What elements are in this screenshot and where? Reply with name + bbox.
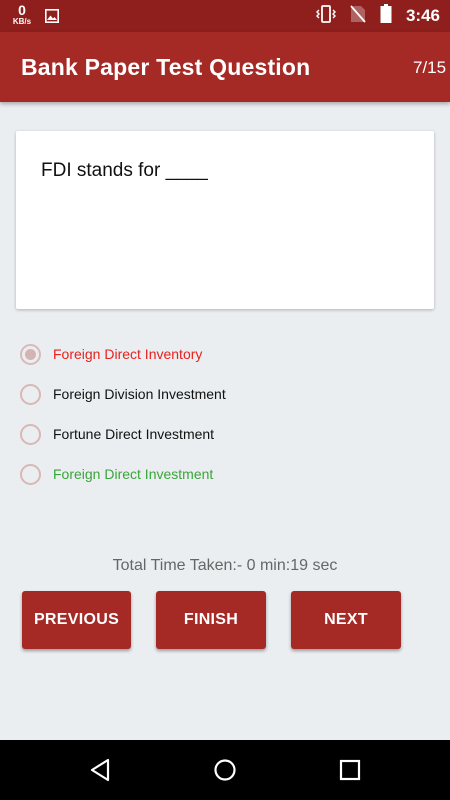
- previous-button[interactable]: PREVIOUS: [22, 591, 131, 649]
- radio-button[interactable]: [20, 463, 41, 485]
- recents-icon[interactable]: [339, 758, 361, 787]
- image-notification-icon: [45, 9, 59, 28]
- home-icon[interactable]: [213, 758, 237, 787]
- option-3[interactable]: Fortune Direct Investment: [20, 421, 214, 447]
- vibrate-icon: [315, 4, 336, 28]
- app-bar: Bank Paper Test Question 7/15: [0, 32, 450, 102]
- option-label: Foreign Direct Inventory: [53, 346, 203, 362]
- navigation-bar: [0, 740, 450, 800]
- radio-button-checked[interactable]: [20, 343, 41, 365]
- network-speed-value: 0: [18, 2, 26, 18]
- finish-button[interactable]: FINISH: [156, 591, 266, 649]
- next-button[interactable]: NEXT: [291, 591, 401, 649]
- network-speed-unit: KB/s: [12, 17, 32, 26]
- question-text: FDI stands for ____: [41, 160, 208, 181]
- option-4[interactable]: Foreign Direct Investment: [20, 461, 213, 487]
- no-sim-icon: [350, 4, 366, 28]
- clock: 3:46: [405, 6, 440, 25]
- option-label: Fortune Direct Investment: [53, 426, 215, 442]
- radio-button[interactable]: [20, 423, 41, 445]
- option-2[interactable]: Foreign Division Investment: [20, 381, 226, 407]
- option-label: Foreign Direct Investment: [53, 466, 214, 482]
- back-icon[interactable]: [89, 758, 111, 787]
- network-speed-indicator: 0 KB/s: [10, 3, 34, 26]
- page-title: Bank Paper Test Question: [21, 54, 311, 80]
- status-bar: 0 KB/s 3:46: [0, 0, 450, 32]
- option-label: Foreign Division Investment: [53, 386, 226, 402]
- radio-button[interactable]: [20, 383, 41, 405]
- question-card: FDI stands for ____: [16, 131, 434, 309]
- option-1[interactable]: Foreign Direct Inventory: [20, 341, 202, 367]
- battery-icon: [380, 4, 392, 28]
- time-taken-label: Total Time Taken:- 0 min:19 sec: [112, 557, 338, 574]
- question-counter: 7/15: [413, 58, 447, 77]
